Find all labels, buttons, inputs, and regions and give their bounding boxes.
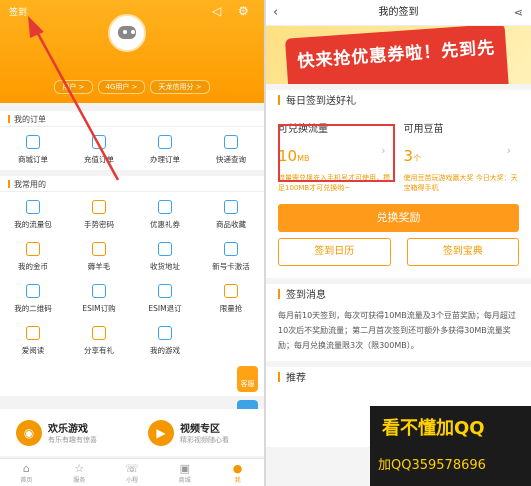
- mall-order-icon: [26, 135, 40, 149]
- banner-text: 快来抢优惠券啦！先到先得！: [284, 26, 512, 84]
- user-type-badge[interactable]: 用户 >: [54, 80, 93, 94]
- order-item-service[interactable]: 办理订单: [132, 127, 198, 170]
- back-icon[interactable]: ‹: [273, 0, 278, 26]
- coupon-icon: [158, 200, 172, 214]
- chevron-right-icon: ›: [506, 144, 511, 157]
- orders-heading: 我的订单: [0, 111, 264, 127]
- page-title: 我的签到: [378, 7, 419, 18]
- coupon-banner[interactable]: 快来抢优惠券啦！先到先得！: [266, 26, 531, 84]
- nav-service[interactable]: ☆ 服务: [53, 459, 106, 486]
- gesture-icon: [92, 200, 106, 214]
- order-item-express[interactable]: 快递查询: [198, 127, 264, 170]
- star-icon: ☆: [74, 462, 85, 475]
- 4g-user-badge[interactable]: 4G用户 >: [97, 80, 146, 94]
- calendar-button[interactable]: 签到日历: [278, 238, 391, 266]
- user-badges: 用户 > 4G用户 > 天龙信用分 >: [0, 80, 264, 94]
- gift-icon: [92, 326, 106, 340]
- treasure-button[interactable]: 签到宝典: [406, 238, 519, 266]
- orders-section: 我的订单 商城订单 充值订单 办理订单 快递查询: [0, 111, 264, 170]
- grid-item-wool[interactable]: 薅羊毛: [66, 234, 132, 277]
- sheep-icon: [92, 242, 106, 256]
- tile-video[interactable]: ▶ 视频专区 精彩视频随心看: [132, 409, 264, 456]
- grid-item-share[interactable]: 分享有礼: [66, 318, 132, 361]
- grid-item-esim-order[interactable]: ESIM订购: [66, 276, 132, 319]
- express-icon: [224, 135, 238, 149]
- grid-item-games[interactable]: 我的游戏: [132, 318, 198, 361]
- address-icon: [158, 242, 172, 256]
- sim-icon: [224, 242, 238, 256]
- signin-heading: 每日签到送好礼: [278, 90, 519, 114]
- beans-value: 3: [403, 147, 414, 165]
- beans-note: 使用豆苗玩游戏赢大奖 今日大奖：天宝箱得手机: [403, 174, 518, 192]
- phone-icon: ☏: [125, 462, 139, 475]
- nav-home[interactable]: ⌂ 首页: [0, 459, 53, 486]
- profile-header: 签到 ◁ ⚙ 用户 > 4G用户 > 天龙信用分 >: [0, 0, 264, 103]
- grid-item-qrcode[interactable]: 我的二维码: [0, 276, 66, 319]
- person-icon: ●: [232, 462, 243, 475]
- tile-games[interactable]: ◉ 欢乐游戏 有乐有趣有惊喜: [0, 409, 132, 456]
- grid-item-flow-pack[interactable]: 我的流量包: [0, 192, 66, 235]
- share-icon[interactable]: ⋖: [514, 0, 523, 26]
- grid-item-favorites[interactable]: 商品收藏: [198, 192, 264, 235]
- gamepad-icon: ◉: [16, 419, 42, 446]
- message-text: 每月前10天签到，每次可获得10MB流量及3个豆苗奖励；每月超过10次后不奖励流…: [278, 311, 516, 350]
- order-item-recharge[interactable]: 充值订单: [66, 127, 132, 170]
- grid-item-reading[interactable]: 爱阅读: [0, 318, 66, 361]
- gamepad-icon: [158, 326, 172, 340]
- speaker-icon[interactable]: ◁: [212, 4, 221, 18]
- signin-card: 每日签到送好礼 可兑换流量 10MB 流量需兑换充入手机号才可使用，攒足100M…: [266, 90, 531, 278]
- nav-me[interactable]: ● 我: [211, 459, 264, 486]
- service-order-icon: [158, 135, 172, 149]
- bottom-nav: ⌂ 首页 ☆ 服务 ☏ 小程 ▣ 商城 ● 我: [0, 458, 264, 486]
- qrcode-icon: [26, 284, 40, 298]
- avatar[interactable]: [108, 14, 146, 52]
- nav-mall[interactable]: ▣ 商城: [158, 459, 211, 486]
- grid-item-esim-cancel[interactable]: ESIM退订: [132, 276, 198, 319]
- order-item-mall[interactable]: 商城订单: [0, 127, 66, 170]
- recharge-order-icon: [92, 135, 106, 149]
- signin-link[interactable]: 签到: [9, 5, 27, 18]
- title-bar: ‹ 我的签到 ⋖: [266, 0, 531, 26]
- promo-tiles: ◉ 欢乐游戏 有乐有趣有惊喜 ▶ 视频专区 精彩视频随心看: [0, 409, 264, 456]
- left-screen: 签到 ◁ ⚙ 用户 > 4G用户 > 天龙信用分 > 我的订单 商城订单 充值订…: [0, 0, 264, 486]
- common-section: 我常用的 我的流量包 手势密码 优惠礼券 商品收藏 我的金币 薅羊毛 收货地址 …: [0, 176, 264, 396]
- grid-item-coupon[interactable]: 优惠礼券: [132, 192, 198, 235]
- play-icon: ▶: [148, 419, 174, 446]
- home-icon: ⌂: [22, 462, 30, 475]
- redeem-button[interactable]: 兑换奖励: [278, 204, 519, 232]
- star-icon: [224, 200, 238, 214]
- flow-pack-icon: [26, 200, 40, 214]
- highlight-box: [278, 124, 395, 182]
- nav-mini[interactable]: ☏ 小程: [106, 459, 159, 486]
- message-card: 签到消息 每月前10天签到，每次可获得10MB流量及3个豆苗奖励；每月超过10次…: [266, 284, 531, 361]
- service-float-button[interactable]: 客服: [237, 366, 258, 392]
- grid-item-gold[interactable]: 我的金币: [0, 234, 66, 277]
- bag-icon: ▣: [179, 462, 190, 475]
- book-icon: [26, 326, 40, 340]
- watch-cancel-icon: [158, 284, 172, 298]
- credit-score-badge[interactable]: 天龙信用分 >: [150, 80, 210, 94]
- coin-icon: [26, 242, 40, 256]
- grid-item-address[interactable]: 收货地址: [132, 234, 198, 277]
- beans-stat[interactable]: 可用豆苗 3个 使用豆苗玩游戏赢大奖 今日大奖：天宝箱得手机 ›: [394, 114, 520, 198]
- grid-item-gesture[interactable]: 手势密码: [66, 192, 132, 235]
- gear-icon[interactable]: ⚙: [238, 4, 249, 18]
- message-heading: 签到消息: [278, 284, 519, 308]
- ad-overlay: 看不懂加QQ 加QQ359578696: [370, 406, 531, 486]
- grid-item-activate[interactable]: 新号卡激活: [198, 234, 264, 277]
- watch-icon: [92, 284, 106, 298]
- grid-item-limited[interactable]: 限量抢: [198, 276, 264, 319]
- recommend-heading: 推荐: [278, 367, 519, 391]
- crown-icon: [224, 284, 238, 298]
- common-heading: 我常用的: [0, 176, 264, 192]
